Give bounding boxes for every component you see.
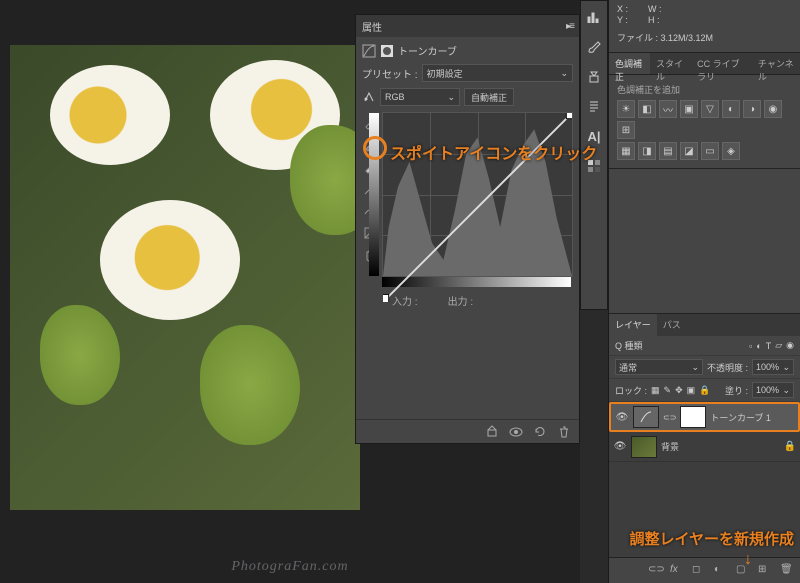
mask-icon (380, 44, 394, 58)
lock-label: ロック : (615, 384, 647, 397)
adj-selective-icon[interactable]: ◈ (722, 142, 740, 160)
clip-icon[interactable] (485, 425, 499, 439)
adj-bw-icon[interactable]: ◑ (743, 100, 761, 118)
watermark-text: PhotograFan.com (231, 559, 348, 575)
chevron-down-icon: ⌄ (560, 68, 568, 79)
adj-levels-icon[interactable]: ◧ (638, 100, 656, 118)
mask-add-icon[interactable]: ◻ (692, 564, 706, 578)
visibility-toggle-icon[interactable]: 👁 (613, 441, 627, 452)
adj-lookup-icon[interactable]: ▦ (617, 142, 635, 160)
adj-hue-icon[interactable]: ◐ (722, 100, 740, 118)
curves-icon (362, 44, 376, 58)
layer-row[interactable]: 👁 背景 🔒 (609, 432, 800, 462)
opacity-input[interactable]: 100%⌄ (752, 359, 794, 375)
character-icon[interactable]: A| (587, 129, 600, 144)
panel-menu-icon[interactable]: ▸≡ (566, 21, 573, 32)
channel-select[interactable]: RGB⌄ (380, 88, 460, 106)
tab-paths[interactable]: パス (657, 314, 687, 336)
tab-layers[interactable]: レイヤー (609, 314, 657, 336)
adjustments-hint: 色調補正を追加 (617, 83, 792, 96)
lock-icon: 🔒 (784, 441, 796, 452)
swatches-icon[interactable] (586, 158, 602, 174)
opacity-label: 不透明度 : (707, 361, 748, 374)
adj-threshold-icon[interactable]: ◪ (680, 142, 698, 160)
tab-channel[interactable]: チャンネル (752, 53, 800, 74)
new-layer-icon[interactable]: ⊞ (758, 564, 772, 578)
mask-thumb[interactable] (680, 406, 706, 428)
file-size-value: 3.12M/3.12M (661, 33, 714, 43)
info-w-label: W : (648, 4, 662, 14)
adj-photo-filter-icon[interactable]: ◉ (764, 100, 782, 118)
layer-row[interactable]: 👁 ⊂⊃ トーンカーブ 1 (609, 402, 800, 432)
lock-all-icon[interactable]: 🔒 (699, 385, 710, 396)
tab-cc-library[interactable]: CC ライブラリ (691, 53, 752, 74)
visibility-icon[interactable] (509, 425, 523, 439)
info-y-label: Y : (617, 15, 628, 25)
clone-icon[interactable] (586, 69, 602, 85)
layers-kind-label: Q 種類 (615, 339, 643, 352)
link-icon[interactable]: ⊂⊃ (663, 413, 676, 422)
adjustment-thumb (633, 406, 659, 428)
info-panel: X : Y : W : H : ファイル : 3.12M/3.12M (609, 0, 800, 53)
blend-mode-select[interactable]: 通常⌄ (615, 359, 703, 375)
file-size-label: ファイル : (617, 33, 658, 43)
tab-color-adjust[interactable]: 色調補正 (609, 53, 650, 74)
delete-layer-icon[interactable]: 🗑 (780, 564, 794, 578)
info-h-label: H : (648, 15, 660, 25)
layer-name[interactable]: トーンカーブ 1 (710, 411, 771, 424)
lock-trans-icon[interactable]: ▦ (651, 385, 660, 396)
link-layers-icon[interactable]: ⊂⊃ (648, 564, 662, 578)
adj-vibrance-icon[interactable]: ▽ (701, 100, 719, 118)
layers-panel: レイヤー パス Q 種類 ▫ ◐ T ▱ ◉ 通常⌄ 不透明度 : 100%⌄ … (609, 313, 800, 583)
right-tool-strip: A| (580, 0, 608, 310)
adj-posterize-icon[interactable]: ▤ (659, 142, 677, 160)
layer-name[interactable]: 背景 (661, 440, 679, 453)
fill-input[interactable]: 100%⌄ (752, 382, 794, 398)
reset-icon[interactable] (533, 425, 547, 439)
filter-shape-icon[interactable]: ▱ (775, 340, 782, 351)
tab-style[interactable]: スタイル (650, 53, 691, 74)
preset-label: プリセット : (362, 66, 418, 81)
brush-icon[interactable] (586, 39, 602, 55)
auto-button[interactable]: 自動補正 (464, 88, 514, 106)
curve-graph[interactable] (382, 112, 573, 277)
layer-thumb (631, 436, 657, 458)
adj-exposure-icon[interactable]: ▣ (680, 100, 698, 118)
new-group-icon[interactable]: ▢ (736, 564, 750, 578)
properties-subhead: トーンカーブ (398, 43, 457, 58)
adj-mixer-icon[interactable]: ⊞ (617, 121, 635, 139)
adj-gradient-map-icon[interactable]: ▭ (701, 142, 719, 160)
filter-smart-icon[interactable]: ◉ (786, 340, 794, 351)
trash-icon[interactable] (557, 425, 571, 439)
properties-panel-title: 属性 (362, 19, 382, 34)
adj-curves-icon[interactable]: 〰 (659, 100, 677, 118)
adj-invert-icon[interactable]: ◨ (638, 142, 656, 160)
chevron-down-icon: ⌄ (447, 92, 455, 103)
paragraph-icon[interactable] (586, 99, 602, 115)
filter-type-icon[interactable]: T (766, 341, 772, 351)
document-canvas[interactable] (10, 45, 360, 510)
lock-artboard-icon[interactable]: ▣ (687, 385, 696, 396)
on-image-adjust-icon[interactable] (362, 90, 376, 104)
preset-select[interactable]: 初期設定⌄ (422, 64, 573, 82)
visibility-toggle-icon[interactable]: 👁 (615, 412, 629, 423)
filter-adj-icon[interactable]: ◐ (756, 341, 761, 351)
filter-pixel-icon[interactable]: ▫ (749, 341, 752, 351)
fill-label: 塗り : (725, 384, 748, 397)
lock-paint-icon[interactable]: ✎ (664, 385, 672, 396)
adjustments-panel: 色調補正を追加 ☀ ◧ 〰 ▣ ▽ ◐ ◑ ◉ ⊞ ▦ ◨ ▤ ◪ ▭ ◈ (609, 75, 800, 169)
adjustment-tabs: 色調補正 スタイル CC ライブラリ チャンネル (609, 53, 800, 75)
fx-icon[interactable]: fx (670, 564, 684, 578)
new-adjustment-icon[interactable]: ◐ (714, 564, 728, 578)
adj-brightness-icon[interactable]: ☀ (617, 100, 635, 118)
properties-panel: 属性 ▸≡ トーンカーブ プリセット : 初期設定⌄ RGB⌄ 自動 (355, 14, 580, 444)
histogram-icon[interactable] (586, 9, 602, 25)
right-panels: X : Y : W : H : ファイル : 3.12M/3.12M 色調補正 … (608, 0, 800, 583)
info-x-label: X : (617, 4, 628, 14)
lock-move-icon[interactable]: ✥ (675, 385, 683, 396)
